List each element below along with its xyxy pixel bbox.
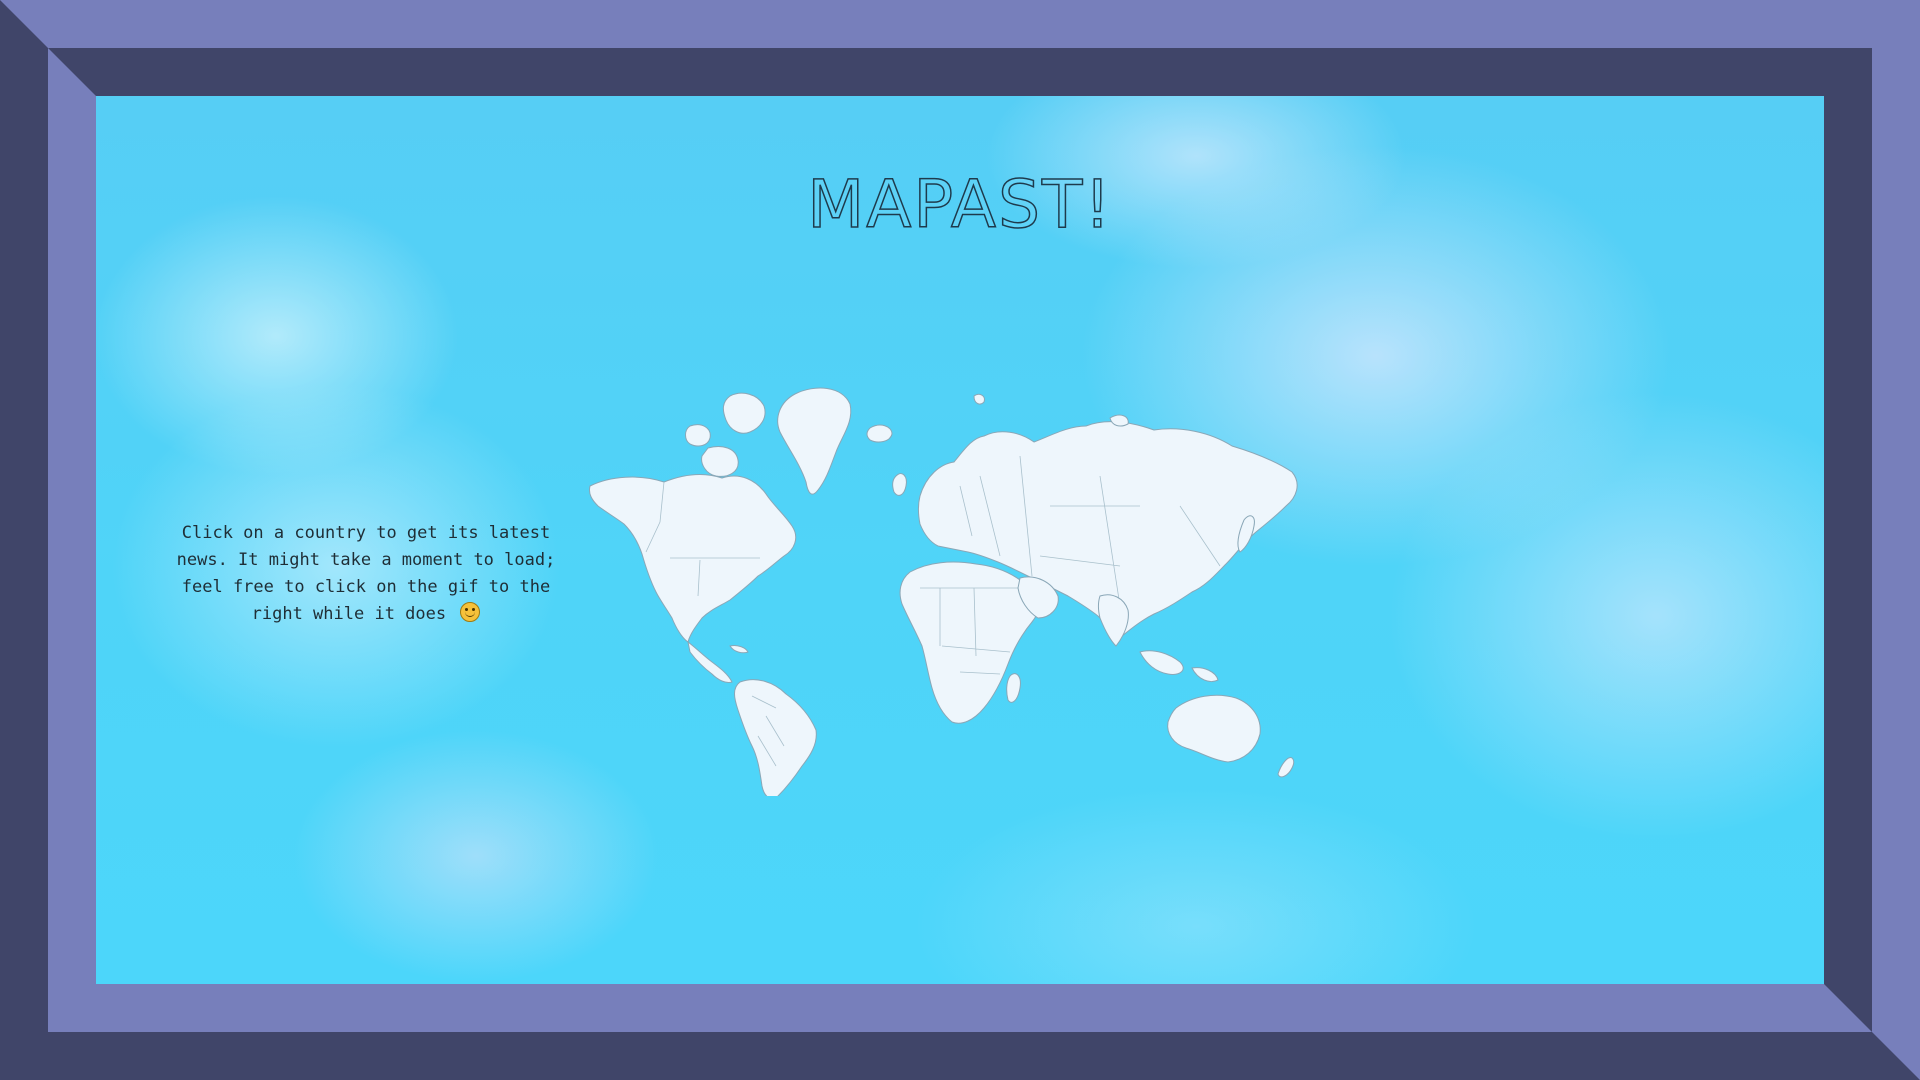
instruction-text: Click on a country to get its latest new… (176, 520, 556, 628)
slightly-smiling-face-icon (460, 602, 481, 622)
country-southeast-asia-islands[interactable] (1139, 650, 1219, 682)
country-iceland[interactable] (866, 424, 893, 443)
country-australia[interactable] (1167, 694, 1261, 763)
country-united-kingdom[interactable] (892, 473, 907, 496)
page-title: MAPAST! (807, 165, 1113, 244)
country-svalbard[interactable] (973, 393, 1129, 427)
country-madagascar[interactable] (1006, 673, 1021, 703)
country-new-zealand[interactable] (1277, 757, 1295, 778)
country-south-america[interactable] (734, 679, 817, 796)
instruction-text-content: Click on a country to get its latest new… (176, 523, 556, 624)
country-canada-islands[interactable] (685, 392, 766, 477)
country-caribbean[interactable] (729, 645, 749, 654)
world-map-svg[interactable] (580, 356, 1340, 796)
country-central-america[interactable] (687, 640, 733, 683)
country-greenland[interactable] (777, 387, 852, 495)
country-africa[interactable] (899, 561, 1039, 724)
country-india[interactable] (1098, 594, 1129, 647)
sky-panel: MAPAST! Click on a country to get its la… (96, 96, 1824, 984)
world-map[interactable] (580, 356, 1340, 796)
